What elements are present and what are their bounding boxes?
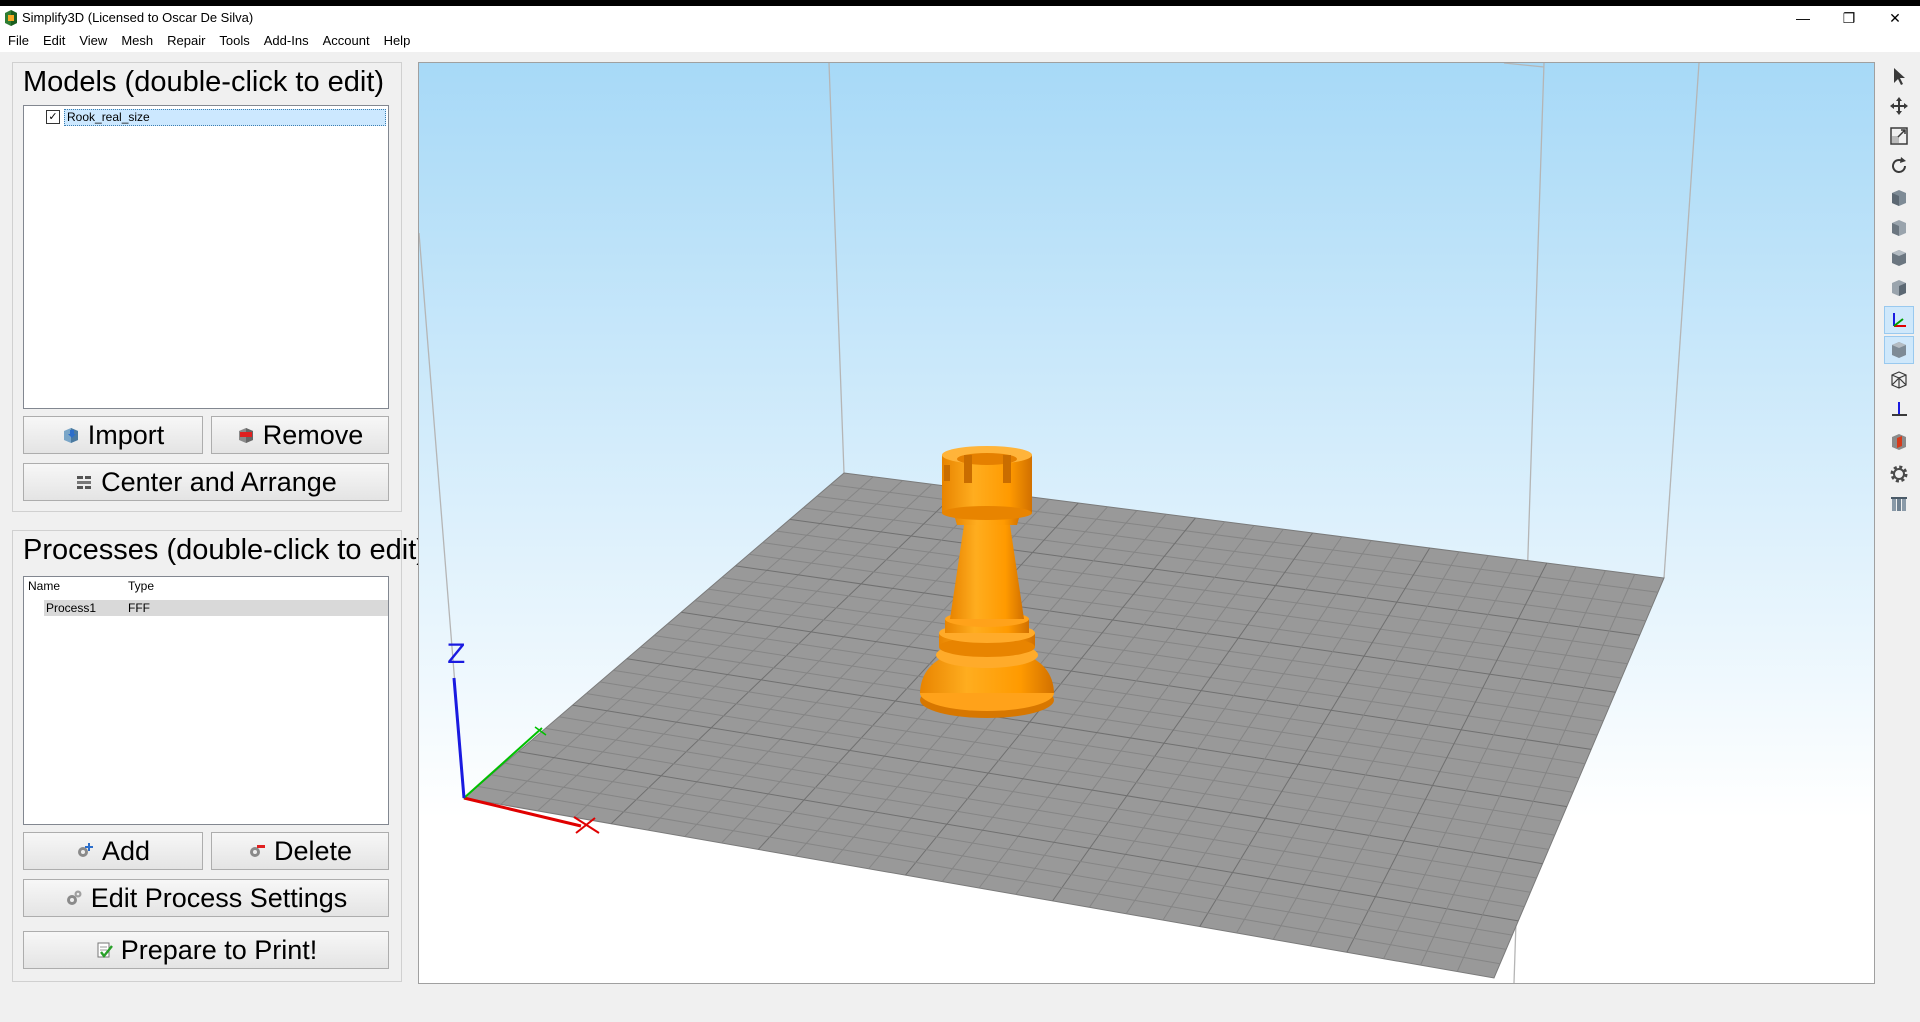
bed-view-button[interactable] (1884, 396, 1914, 424)
process-row[interactable]: Process1 FFF (44, 600, 388, 616)
select-icon (1894, 68, 1905, 85)
add-label: Add (101, 835, 151, 866)
import-button[interactable]: Import (23, 416, 203, 454)
models-panel: Models (double-click to edit) ✓ Rook_rea… (12, 62, 402, 512)
model-visibility-checkbox[interactable]: ✓ (46, 110, 60, 124)
menu-file[interactable]: File (0, 30, 36, 52)
center-arrange-button[interactable]: Center and Arrange (23, 463, 389, 501)
view-top-button[interactable] (1884, 244, 1914, 272)
print-bed (462, 472, 1665, 979)
import-icon (63, 428, 78, 443)
cross-section-icon (1892, 434, 1906, 450)
restore-icon: ❐ (1842, 9, 1856, 26)
delete-label: Delete (273, 835, 353, 866)
restore-button[interactable]: ❐ (1826, 6, 1872, 30)
processes-title: Processes (double-click to edit) (23, 534, 426, 566)
tools-icon (1891, 497, 1907, 511)
menu-help[interactable]: Help (377, 30, 418, 52)
menu-bar: File Edit View Mesh Repair Tools Add-Ins… (0, 30, 1920, 52)
menu-repair[interactable]: Repair (160, 30, 212, 52)
view-side-button[interactable] (1884, 274, 1914, 302)
z-axis-label: Z (447, 639, 466, 670)
close-button[interactable]: ✕ (1872, 6, 1918, 30)
menu-add-ins[interactable]: Add-Ins (257, 30, 316, 52)
rotate-icon (1892, 157, 1906, 173)
add-process-button[interactable]: Add (23, 832, 203, 870)
wireframe-view-button[interactable] (1884, 366, 1914, 394)
scene-canvas[interactable]: Z (419, 63, 1874, 983)
bed-icon (1892, 402, 1907, 416)
prepare-to-print-button[interactable]: Prepare to Print! (23, 931, 389, 969)
toggle-axes-button[interactable] (1884, 306, 1914, 334)
simplify3d-app-icon (5, 10, 17, 26)
settings-icon (1890, 465, 1908, 483)
title-bar: Simplify3D (Licensed to Oscar De Silva) … (0, 6, 1920, 30)
process-name: Process1 (46, 601, 97, 615)
move-icon (1890, 97, 1908, 115)
add-process-icon (77, 843, 93, 857)
move-tool-button[interactable] (1884, 92, 1914, 120)
delete-process-icon (249, 845, 265, 857)
column-header-name[interactable]: Name (28, 579, 60, 593)
view-default-button[interactable] (1884, 184, 1914, 212)
wireframe-icon (1891, 371, 1907, 389)
view-side-icon (1892, 280, 1906, 296)
3d-viewport[interactable]: Z (418, 62, 1875, 984)
solid-view-button[interactable] (1884, 336, 1914, 364)
model-item-label: Rook_real_size (64, 108, 386, 126)
cross-section-button[interactable] (1884, 428, 1914, 456)
rotate-tool-button[interactable] (1884, 152, 1914, 180)
select-tool-button[interactable] (1884, 62, 1914, 90)
minimize-button[interactable]: — (1780, 6, 1826, 30)
view-top-icon (1892, 250, 1906, 266)
process-type: FFF (128, 601, 150, 615)
minimize-icon: — (1796, 10, 1810, 26)
menu-view[interactable]: View (72, 30, 114, 52)
remove-button[interactable]: Remove (211, 416, 389, 454)
model-item-rook[interactable]: ✓ Rook_real_size (46, 108, 386, 126)
arrange-icon (77, 476, 92, 489)
close-icon: ✕ (1889, 9, 1901, 26)
scale-icon (1890, 127, 1908, 145)
menu-edit[interactable]: Edit (36, 30, 72, 52)
processes-panel: Processes (double-click to edit) Name Ty… (12, 530, 426, 982)
window-title: Simplify3D (Licensed to Oscar De Silva) (22, 10, 254, 25)
view-front-icon (1892, 220, 1906, 236)
center-arrange-label: Center and Arrange (101, 466, 337, 497)
remove-icon (238, 428, 253, 443)
prepare-label: Prepare to Print! (120, 934, 318, 965)
menu-account[interactable]: Account (316, 30, 377, 52)
solid-view-icon (1892, 342, 1906, 358)
scale-tool-button[interactable] (1884, 122, 1914, 150)
edit-process-settings-button[interactable]: Edit Process Settings (23, 879, 389, 917)
preferences-button[interactable] (1884, 460, 1914, 488)
column-header-type[interactable]: Type (128, 579, 154, 593)
prepare-print-icon (97, 942, 113, 958)
models-title: Models (double-click to edit) (23, 66, 385, 98)
tools-button[interactable] (1884, 490, 1914, 518)
view-default-icon (1892, 190, 1906, 206)
edit-process-label: Edit Process Settings (90, 882, 348, 913)
settings-gears-icon (66, 890, 82, 905)
processes-list[interactable]: Name Type Process1 FFF (23, 576, 389, 825)
view-toolbar (1882, 60, 1920, 550)
import-label: Import (87, 419, 165, 450)
menu-tools[interactable]: Tools (212, 30, 256, 52)
models-list[interactable]: ✓ Rook_real_size (23, 105, 389, 409)
menu-mesh[interactable]: Mesh (114, 30, 160, 52)
view-front-button[interactable] (1884, 214, 1914, 242)
delete-process-button[interactable]: Delete (211, 832, 389, 870)
axes-icon (1893, 313, 1906, 327)
remove-label: Remove (262, 419, 364, 450)
